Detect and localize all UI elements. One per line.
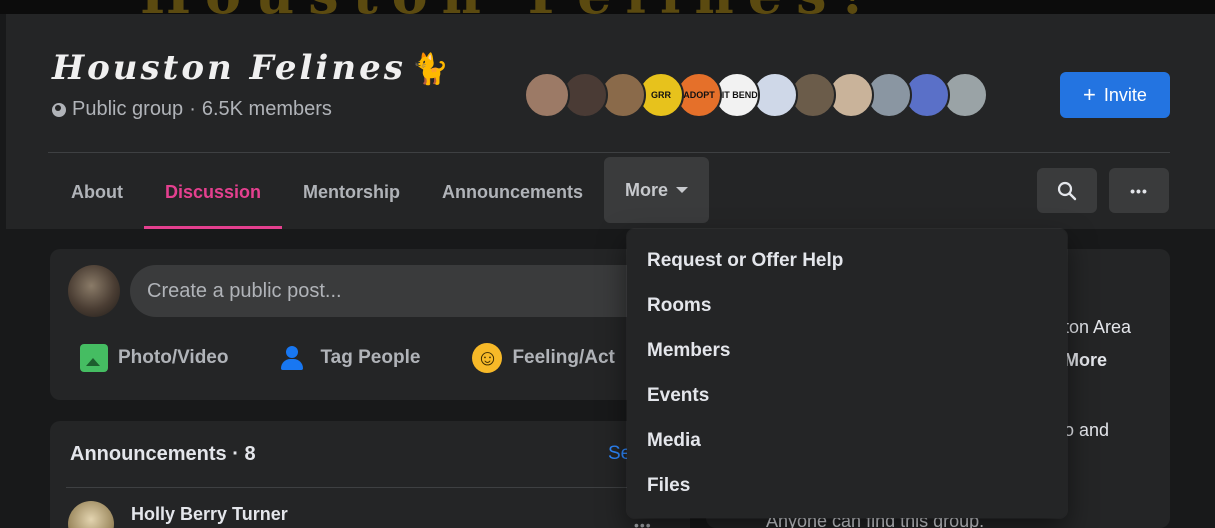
member-avatar-label: FIT BEND <box>716 90 758 100</box>
more-dropdown-menu: Request or Offer Help Rooms Members Even… <box>627 229 1067 518</box>
photo-video-button[interactable]: Photo/Video <box>80 343 228 373</box>
member-avatar-label: ADOPT <box>683 90 715 100</box>
about-see-more[interactable]: More <box>1064 350 1107 371</box>
menu-item-members[interactable]: Members <box>627 328 1067 373</box>
invite-button[interactable]: + Invite <box>1060 72 1170 118</box>
group-meta: Public group · 6.5K members <box>52 98 332 121</box>
more-options-button[interactable]: ••• <box>1109 168 1169 213</box>
plus-icon: + <box>1083 82 1096 107</box>
announcements-divider <box>66 487 658 488</box>
smiley-icon: ☺ <box>472 343 503 373</box>
tab-more[interactable]: More <box>604 157 710 223</box>
search-button[interactable] <box>1037 168 1097 213</box>
post-author-avatar[interactable] <box>68 501 114 528</box>
create-post-input[interactable]: Create a public post... <box>130 265 710 317</box>
about-description-text: o and <box>1064 420 1110 440</box>
member-avatar[interactable] <box>524 72 570 118</box>
menu-item-request-help[interactable]: Request or Offer Help <box>627 238 1067 283</box>
tab-announcements[interactable]: Announcements <box>421 156 604 229</box>
composer-actions: Photo/Video Tag People ☺ Feeling/Act <box>80 343 615 373</box>
cover-photo-text: Houston Felines! <box>140 0 878 14</box>
menu-item-events[interactable]: Events <box>627 373 1067 418</box>
tag-people-button[interactable]: Tag People <box>280 343 420 373</box>
search-icon <box>1057 181 1077 200</box>
group-privacy[interactable]: Public group <box>72 98 183 121</box>
post-composer: Create a public post... Photo/Video Tag … <box>50 249 710 400</box>
post-author-name[interactable]: Holly Berry Turner <box>131 504 288 525</box>
invite-label: Invite <box>1103 84 1147 105</box>
feeling-activity-label: Feeling/Act <box>512 347 615 368</box>
member-avatar-label: GRR <box>651 90 671 100</box>
tab-about[interactable]: About <box>50 156 144 229</box>
user-avatar[interactable] <box>68 265 120 317</box>
post-options-icon[interactable]: ••• <box>634 517 652 528</box>
caret-down-icon <box>676 187 689 193</box>
menu-item-media[interactable]: Media <box>627 418 1067 463</box>
header-divider <box>48 152 1170 153</box>
menu-item-rooms[interactable]: Rooms <box>627 283 1067 328</box>
cover-photo: Houston Felines! <box>0 0 1215 14</box>
tab-mentorship[interactable]: Mentorship <box>282 156 421 229</box>
more-dots-icon: ••• <box>1130 182 1148 199</box>
group-tabs: About Discussion Mentorship Announcement… <box>50 156 710 229</box>
photo-video-label: Photo/Video <box>118 347 229 368</box>
group-header: Houston Felines 🐈 Public group · 6.5K mem… <box>6 14 1215 229</box>
globe-icon <box>52 102 66 117</box>
group-member-count[interactable]: 6.5K members <box>202 98 332 121</box>
photo-icon <box>80 344 108 372</box>
tag-people-icon <box>280 344 310 372</box>
group-title[interactable]: Houston Felines 🐈 <box>52 48 452 88</box>
announcements-title: Announcements · 8 <box>70 443 256 465</box>
feeling-activity-button[interactable]: ☺ Feeling/Act <box>472 343 615 373</box>
cat-icon: 🐈 <box>411 52 453 87</box>
about-location-text: ton Area <box>1064 317 1132 337</box>
member-avatars[interactable]: GRR ADOPT FIT BEND <box>524 72 988 118</box>
announcements-card: Announcements · 8 Se Holly Berry Turner … <box>50 421 690 528</box>
group-name: Houston Felines <box>52 48 406 88</box>
tag-people-label: Tag People <box>320 347 421 368</box>
menu-item-files[interactable]: Files <box>627 463 1067 508</box>
tab-more-label: More <box>625 179 669 200</box>
tab-discussion[interactable]: Discussion <box>143 156 283 229</box>
meta-separator: · <box>189 98 196 120</box>
